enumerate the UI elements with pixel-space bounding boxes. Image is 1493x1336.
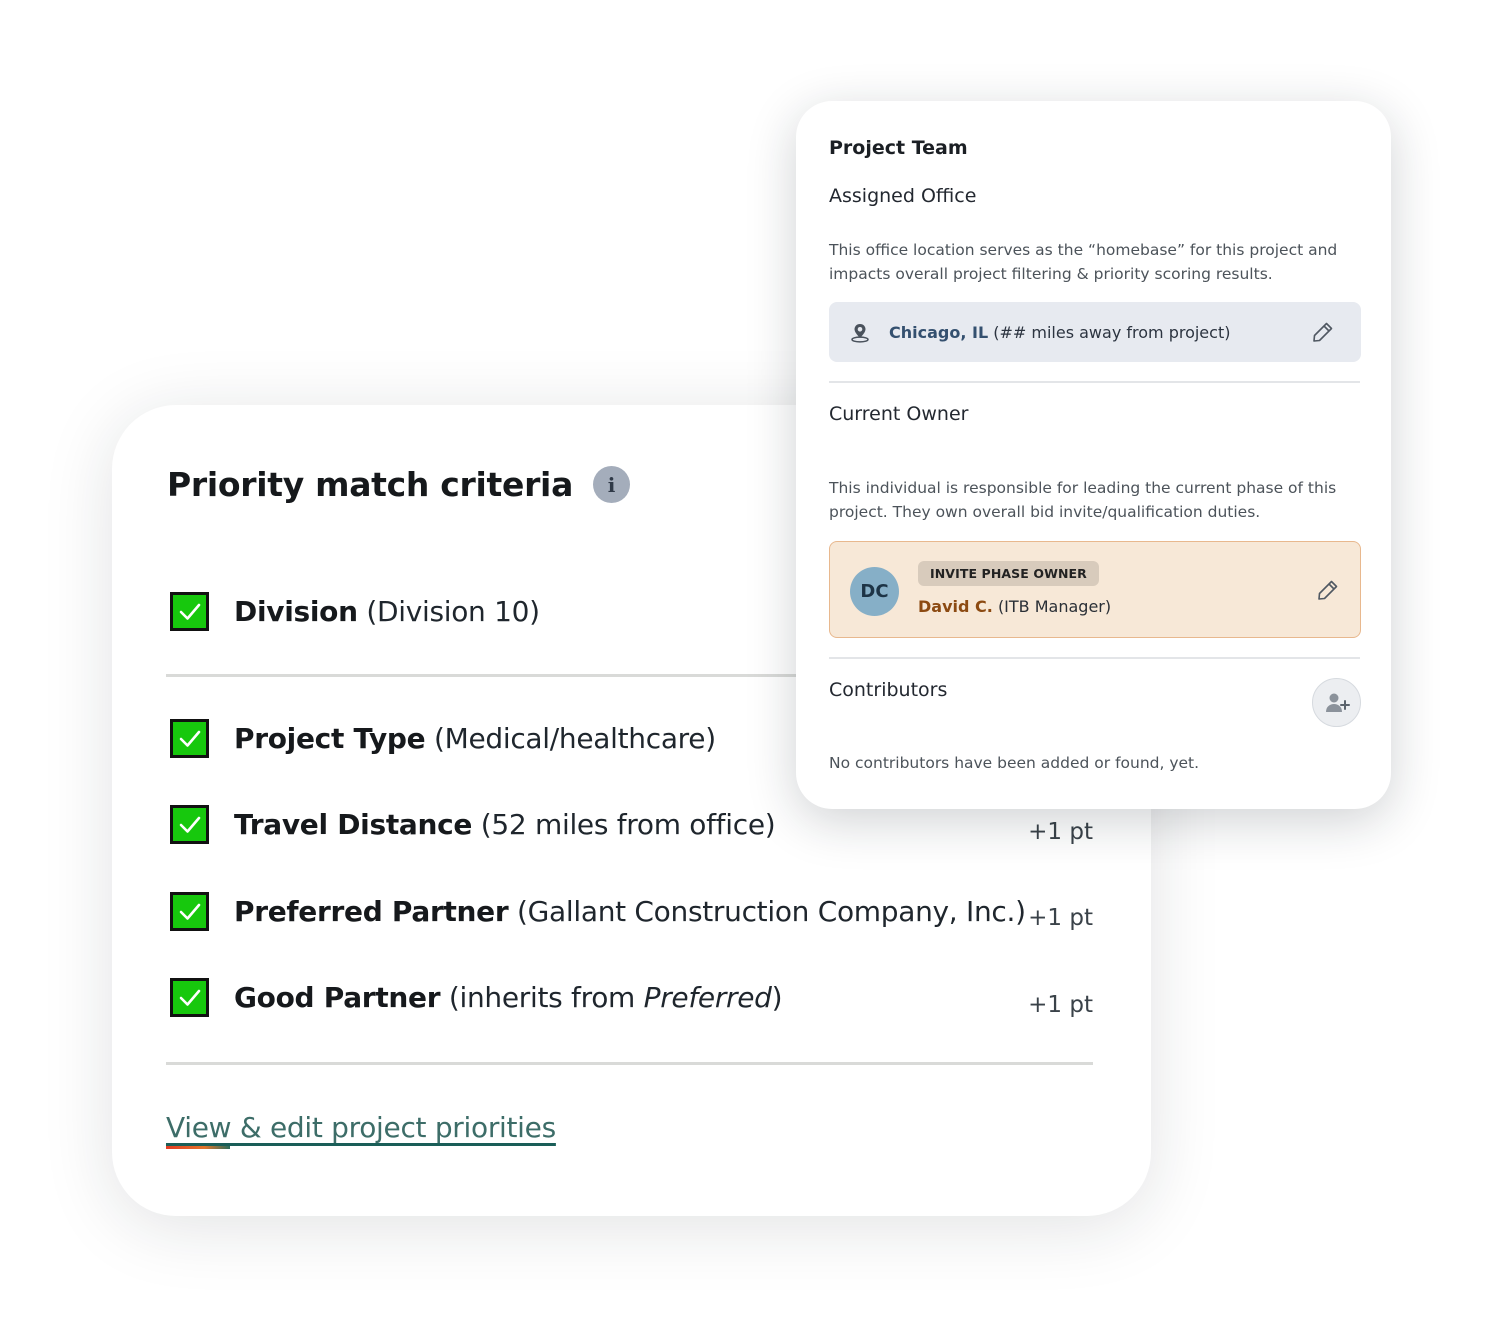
criteria-text: Project Type (Medical/healthcare) [234,722,716,755]
add-user-icon [1325,693,1350,712]
criteria-row-preferred-partner: Preferred Partner (Gallant Construction … [170,892,1026,931]
priority-title-row: Priority match criteria i [167,465,631,504]
criteria-label: Division [234,595,358,628]
avatar: DC [850,567,899,616]
view-edit-priorities-link[interactable]: View & edit project priorities [166,1111,556,1144]
criteria-detail: (Division 10) [366,595,540,628]
owner-name: David C. [918,597,993,616]
criteria-detail: (Gallant Construction Company, Inc.) [517,895,1026,928]
project-team-card: Project Team Assigned Office This office… [796,101,1391,809]
contributors-empty-text: No contributors have been added or found… [829,754,1200,772]
project-type-checkbox[interactable] [170,719,209,758]
criteria-detail-em: Preferred [643,981,772,1014]
section-divider [829,657,1360,659]
travel-distance-checkbox[interactable] [170,805,209,844]
section-divider [829,381,1360,383]
criteria-points: +1 pt [1028,819,1093,845]
criteria-label: Good Partner [234,981,441,1014]
preferred-partner-checkbox[interactable] [170,892,209,931]
division-checkbox[interactable] [170,592,209,631]
edit-office-pencil-icon[interactable] [1311,320,1335,344]
priority-title: Priority match criteria [167,465,574,504]
checkmark-icon [179,989,200,1006]
criteria-detail: (52 miles from office) [480,808,776,841]
criteria-divider [166,1062,1093,1065]
office-text: Chicago, IL (## miles away from project) [889,323,1230,342]
link-accent-underline [166,1146,230,1149]
criteria-label: Preferred Partner [234,895,509,928]
add-contributor-button[interactable] [1312,678,1361,727]
current-owner-description: This individual is responsible for leadi… [829,479,1337,521]
criteria-row-travel-distance: Travel Distance (52 miles from office) [170,805,776,844]
criteria-row-good-partner: Good Partner (inherits from Preferred) [170,978,783,1017]
criteria-text: Division (Division 10) [234,595,540,628]
criteria-row-division: Division (Division 10) [170,592,540,631]
assigned-office-heading: Assigned Office [829,185,977,207]
owner-name-line: David C. (ITB Manager) [918,597,1111,616]
owner-role: (ITB Manager) [997,597,1112,616]
checkmark-icon [179,903,200,920]
invite-phase-owner-badge: INVITE PHASE OWNER [918,561,1099,586]
good-partner-checkbox[interactable] [170,978,209,1017]
contributors-heading: Contributors [829,679,948,701]
checkmark-icon [179,730,200,747]
current-owner-heading: Current Owner [829,403,969,425]
office-city: Chicago, IL [889,322,989,342]
criteria-text: Good Partner (inherits from Preferred) [234,981,783,1014]
criteria-points: +1 pt [1028,905,1093,931]
criteria-text: Preferred Partner (Gallant Construction … [234,895,1026,928]
map-pin-icon [849,321,871,343]
edit-owner-pencil-icon[interactable] [1316,578,1340,602]
office-distance: (## miles away from project) [993,322,1231,342]
checkmark-icon [179,816,200,833]
criteria-detail-pre: (inherits from [448,981,644,1014]
criteria-detail-post: ) [771,981,783,1014]
current-owner-card[interactable]: DC INVITE PHASE OWNER David C. (ITB Mana… [829,541,1361,638]
criteria-detail: (Medical/healthcare) [433,722,716,755]
info-icon[interactable]: i [593,466,631,503]
assigned-office-field[interactable]: Chicago, IL (## miles away from project) [829,302,1361,362]
assigned-office-description: This office location serves as the “home… [829,241,1338,283]
project-team-title: Project Team [829,137,968,159]
criteria-label: Project Type [234,722,426,755]
criteria-points: +1 pt [1028,992,1093,1018]
criteria-text: Travel Distance (52 miles from office) [234,808,776,841]
criteria-row-project-type: Project Type (Medical/healthcare) [170,719,716,758]
criteria-label: Travel Distance [234,808,473,841]
checkmark-icon [179,603,200,620]
